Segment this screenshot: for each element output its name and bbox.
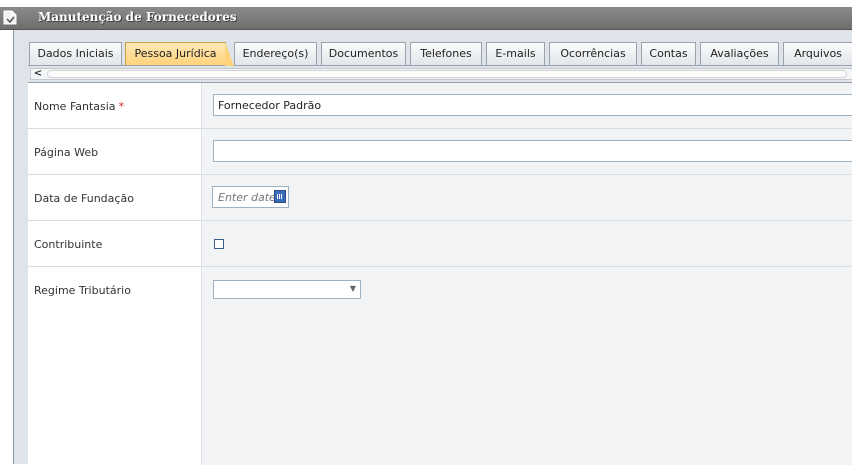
required-marker: * xyxy=(118,100,125,113)
contribuinte-label: Contribuinte xyxy=(34,238,103,251)
chevron-down-icon: ▼ xyxy=(349,284,356,293)
contribuinte-checkbox[interactable] xyxy=(214,239,224,249)
tab-enderecos[interactable]: Endereço(s) xyxy=(234,42,317,65)
data-fundacao-label: Data de Fundação xyxy=(34,192,134,205)
tab-pessoa-juridica[interactable]: Pessoa Jurídica xyxy=(125,42,234,66)
form-row-pagina-web: Página Web xyxy=(28,129,852,175)
nome-fantasia-input[interactable] xyxy=(213,94,852,116)
document-icon xyxy=(3,10,17,25)
form-panel: Nome Fantasia* Página Web Data de Fundaç… xyxy=(28,82,852,465)
window-titlebar: Manutenção de Fornecedores xyxy=(0,7,852,30)
window-title: Manutenção de Fornecedores xyxy=(38,10,237,24)
chevron-left-icon[interactable]: < xyxy=(32,68,44,80)
tab-divider xyxy=(28,65,852,66)
tab-emails[interactable]: E-mails xyxy=(486,42,545,65)
tab-arquivos[interactable]: Arquivos xyxy=(783,42,852,65)
nome-fantasia-label: Nome Fantasia * xyxy=(34,100,125,113)
tab-contas[interactable]: Contas xyxy=(641,42,696,65)
regime-tributario-select[interactable]: ▼ xyxy=(213,280,361,299)
pagina-web-input[interactable] xyxy=(213,140,852,162)
data-fundacao-input[interactable]: Enter date xyxy=(212,186,289,208)
regime-tributario-label: Regime Tributário xyxy=(34,284,131,297)
form-row-regime-tributario: Regime Tributário ▼ xyxy=(28,267,852,313)
date-placeholder: Enter date xyxy=(218,191,276,204)
tab-avaliacoes[interactable]: Avaliações xyxy=(700,42,779,65)
form-row-contribuinte: Contribuinte xyxy=(28,221,852,267)
tab-ocorrencias[interactable]: Ocorrências xyxy=(549,42,637,65)
tab-documentos[interactable]: Documentos xyxy=(321,42,406,65)
form-row-data-fundacao: Data de Fundação Enter date xyxy=(28,175,852,221)
tab-scrollbar[interactable]: < xyxy=(30,68,852,80)
pagina-web-label: Página Web xyxy=(34,146,99,159)
tab-dados-iniciais[interactable]: Dados Iniciais xyxy=(29,42,122,65)
scrollbar-thumb[interactable] xyxy=(47,70,847,78)
form-row-nome-fantasia: Nome Fantasia * xyxy=(28,83,852,129)
calendar-icon[interactable] xyxy=(274,190,286,203)
tab-telefones[interactable]: Telefones xyxy=(410,42,482,65)
main-frame: Dados Iniciais Pessoa Jurídica Endereço(… xyxy=(13,30,852,465)
